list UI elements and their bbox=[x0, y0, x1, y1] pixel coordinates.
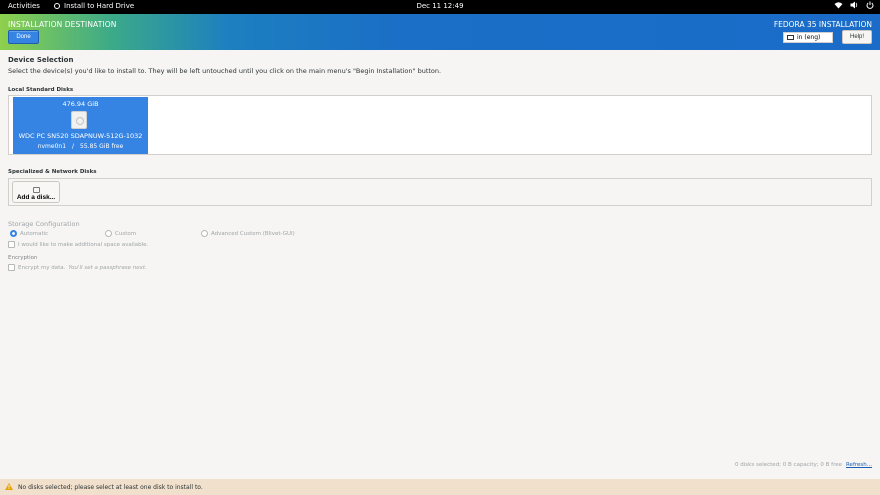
specialized-disks-panel: Add a disk... bbox=[8, 178, 872, 206]
encrypt-checkbox[interactable]: Encrypt my data. You'll set a passphrase… bbox=[8, 264, 147, 271]
radio-automatic-label: Automatic bbox=[20, 230, 49, 237]
system-status-area[interactable] bbox=[834, 1, 874, 9]
disk-free: 55.85 GiB free bbox=[80, 143, 124, 150]
page-title: INSTALLATION DESTINATION bbox=[8, 20, 117, 29]
warning-text: No disks selected; please select at leas… bbox=[18, 484, 203, 491]
additional-space-label: I would like to make additional space av… bbox=[18, 241, 149, 248]
radio-automatic-indicator bbox=[10, 230, 17, 237]
activities-button[interactable]: Activities bbox=[8, 2, 40, 10]
keyboard-icon bbox=[787, 35, 794, 40]
add-disk-button[interactable]: Add a disk... bbox=[12, 181, 60, 203]
app-menu[interactable]: Install to Hard Drive bbox=[54, 2, 134, 10]
disk-device: nvme0n1 bbox=[37, 143, 67, 150]
radio-advanced-custom-label: Advanced Custom (Blivet-GUI) bbox=[211, 230, 295, 237]
encrypt-hint: You'll set a passphrase next. bbox=[68, 264, 147, 271]
keyboard-layout-label: in (eng) bbox=[797, 34, 821, 41]
local-disks-panel: 476.94 GiB WDC PC SN520 SDAPNUW-512G-103… bbox=[8, 95, 872, 155]
disk-model: WDC PC SN520 SDAPNUW-512G-1032 bbox=[18, 132, 143, 140]
radio-advanced-custom[interactable]: Advanced Custom (Blivet-GUI) bbox=[201, 230, 295, 237]
volume-icon bbox=[850, 1, 858, 9]
help-button[interactable]: Help! bbox=[842, 30, 872, 44]
done-button[interactable]: Done bbox=[8, 30, 39, 44]
add-disk-label: Add a disk... bbox=[16, 194, 56, 201]
radio-custom[interactable]: Custom bbox=[105, 230, 136, 237]
additional-space-checkbox-box bbox=[8, 241, 15, 248]
product-title: FEDORA 35 INSTALLATION bbox=[773, 20, 872, 29]
disk-size: 476.94 GiB bbox=[62, 100, 99, 108]
refresh-link[interactable]: Refresh... bbox=[846, 462, 872, 468]
disk-meta-separator: / bbox=[72, 143, 75, 150]
disk-tile[interactable]: 476.94 GiB WDC PC SN520 SDAPNUW-512G-103… bbox=[13, 97, 148, 154]
specialized-disks-label: Specialized & Network Disks bbox=[8, 169, 97, 175]
network-wifi-icon bbox=[834, 2, 843, 9]
app-name: Install to Hard Drive bbox=[64, 2, 135, 10]
installer-header: INSTALLATION DESTINATION Done FEDORA 35 … bbox=[0, 14, 880, 50]
device-selection-instruction: Select the device(s) you'd like to insta… bbox=[8, 67, 442, 75]
storage-configuration-options: Automatic Custom Advanced Custom (Blivet… bbox=[8, 230, 872, 240]
disk-meta: nvme0n1 / 55.85 GiB free bbox=[13, 143, 148, 150]
clock[interactable]: Dec 11 12:49 bbox=[416, 2, 463, 10]
device-selection-heading: Device Selection bbox=[8, 56, 74, 64]
encrypt-checkbox-box bbox=[8, 264, 15, 271]
radio-custom-label: Custom bbox=[115, 230, 137, 237]
gnome-top-bar: Activities Install to Hard Drive Dec 11 … bbox=[0, 0, 880, 14]
radio-automatic[interactable]: Automatic bbox=[10, 230, 48, 237]
selection-summary-text: 0 disks selected; 0 B capacity; 0 B free bbox=[735, 462, 842, 468]
radio-advanced-custom-indicator bbox=[201, 230, 208, 237]
additional-space-checkbox[interactable]: I would like to make additional space av… bbox=[8, 241, 148, 248]
power-icon bbox=[866, 1, 874, 9]
warning-bar[interactable]: No disks selected; please select at leas… bbox=[0, 479, 880, 495]
hard-drive-icon bbox=[71, 111, 87, 129]
app-icon bbox=[54, 3, 60, 9]
encryption-title: Encryption bbox=[8, 255, 38, 261]
warning-icon bbox=[5, 483, 13, 490]
encrypt-label: Encrypt my data. bbox=[18, 264, 66, 271]
local-disks-label: Local Standard Disks bbox=[8, 87, 74, 93]
keyboard-layout-indicator[interactable]: in (eng) bbox=[783, 32, 833, 43]
storage-configuration-title: Storage Configuration bbox=[8, 220, 80, 228]
radio-custom-indicator bbox=[105, 230, 112, 237]
selection-summary: 0 disks selected; 0 B capacity; 0 B free… bbox=[735, 462, 872, 468]
add-disk-icon bbox=[32, 187, 40, 193]
